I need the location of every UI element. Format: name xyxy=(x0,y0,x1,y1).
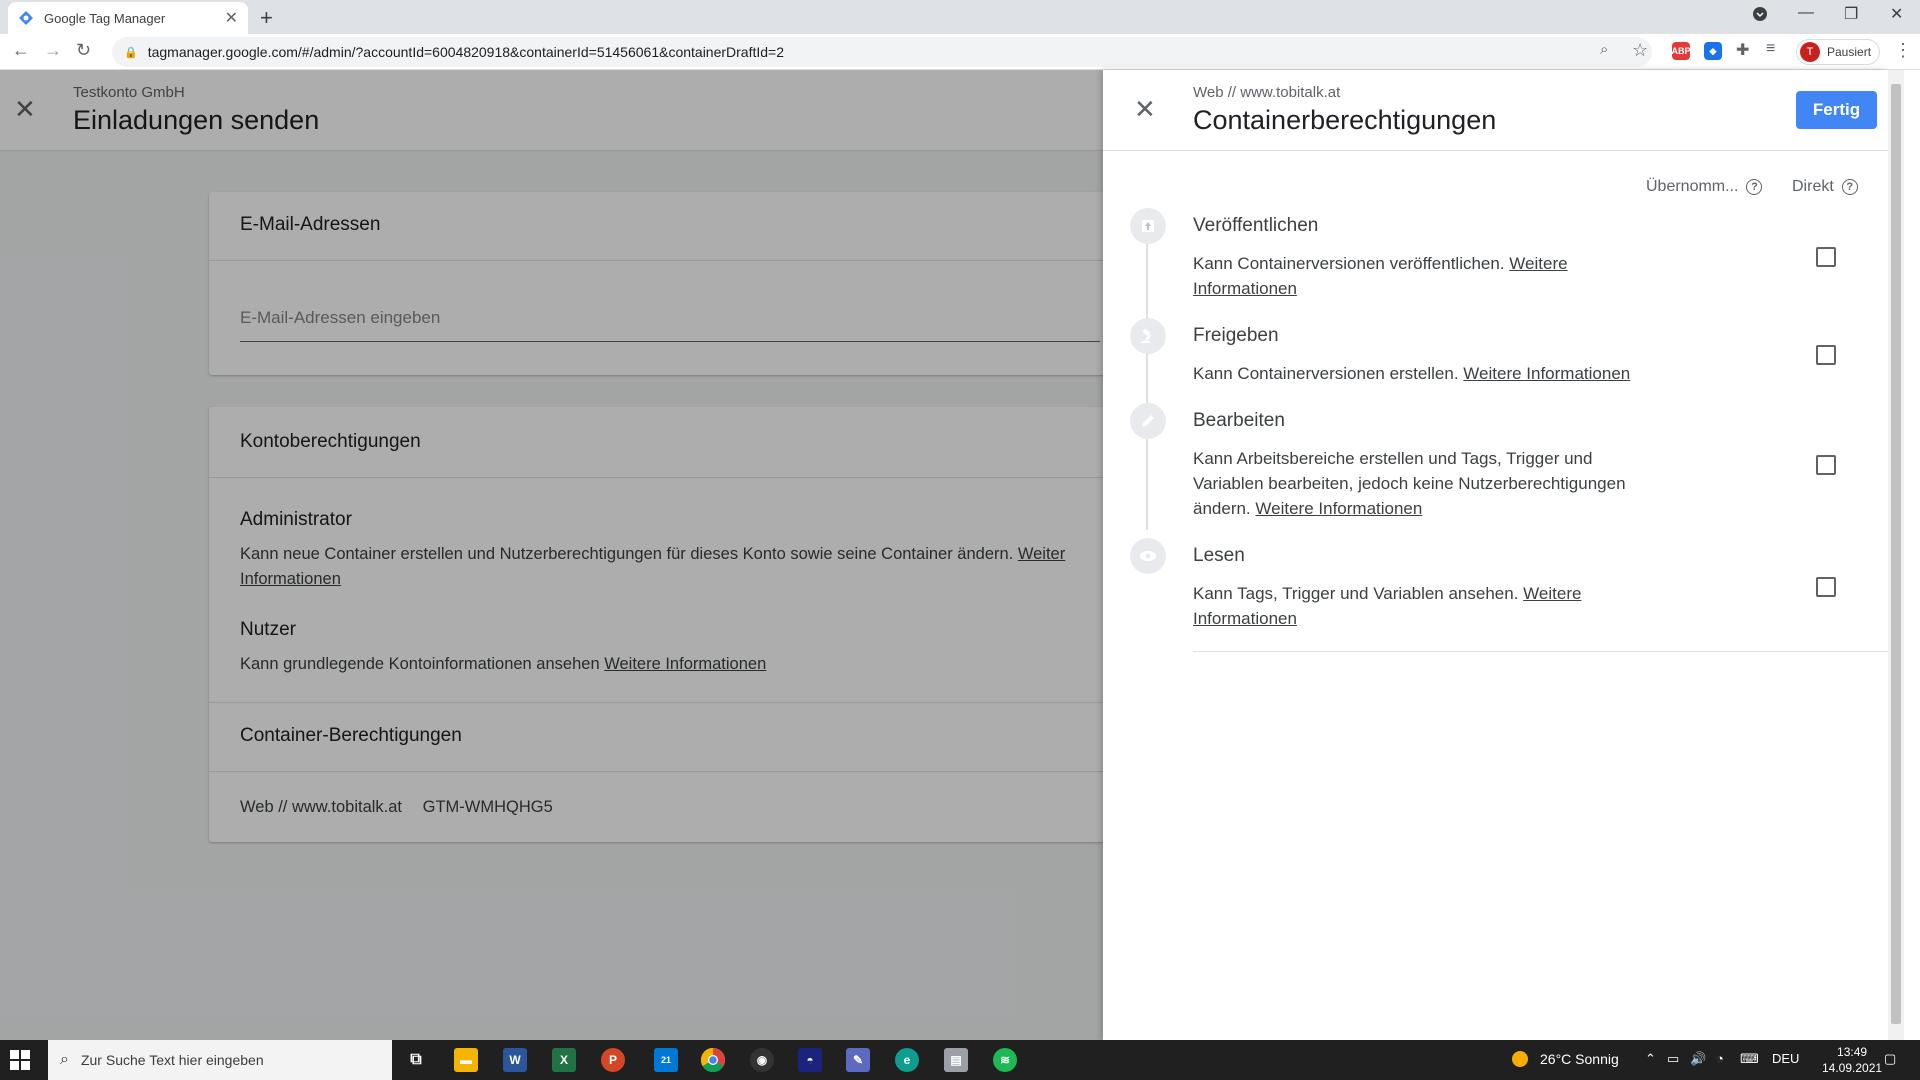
tab-search-icon[interactable] xyxy=(1752,6,1768,27)
approve-checkbox[interactable] xyxy=(1816,345,1836,365)
minimize-icon[interactable]: — xyxy=(1798,4,1814,22)
edit-checkbox[interactable] xyxy=(1816,455,1836,475)
tag-manager-logo-icon xyxy=(19,11,33,25)
approve-more-info-link[interactable]: Weitere Informationen xyxy=(1463,364,1630,383)
task-view-icon[interactable]: ⧉ xyxy=(404,1048,428,1072)
publish-icon xyxy=(1130,208,1166,244)
back-arrow-icon[interactable]: ← xyxy=(12,40,30,61)
browser-toolbar: ← → ↻ 🔒 tagmanager.google.com/#/admin/?a… xyxy=(0,34,1920,70)
browser-menu-icon[interactable]: ⋮ xyxy=(1894,40,1912,61)
profile-status: Pausiert xyxy=(1827,45,1872,59)
invite-page: ✕ Testkonto GmbH Einladungen senden E-Ma… xyxy=(0,70,1103,1040)
notifications-icon[interactable]: ▢ xyxy=(1884,1051,1896,1067)
permission-desc-publish: Kann Containerversionen veröffentlichen.… xyxy=(1193,254,1568,298)
taskbar: ⌕ Zur Suche Text hier eingeben ⧉ ▬ W X P… xyxy=(0,1040,1920,1080)
notepad-icon[interactable]: ▤ xyxy=(944,1048,968,1072)
done-button[interactable]: Fertig xyxy=(1796,91,1877,129)
page-scrollbar[interactable] xyxy=(1888,70,1904,1040)
search-icon: ⌕ xyxy=(60,1051,69,1068)
scrollbar-thumb[interactable] xyxy=(1891,84,1901,1024)
publish-more-info-link-2[interactable]: Informationen xyxy=(1193,279,1297,298)
inherited-column-header: Übernomm... ? xyxy=(1646,178,1763,196)
view-eye-icon xyxy=(1130,538,1166,574)
read-checkbox[interactable] xyxy=(1816,577,1836,597)
forward-arrow-icon[interactable]: → xyxy=(44,40,62,61)
obs-icon[interactable]: ◉ xyxy=(750,1048,774,1072)
tag-extension-icon[interactable]: ◆ xyxy=(1704,42,1722,60)
publish-checkbox[interactable] xyxy=(1816,247,1836,267)
modal-backdrop[interactable] xyxy=(0,70,1103,1040)
read-more-info-link[interactable]: Weitere xyxy=(1523,584,1581,603)
help-icon[interactable]: ? xyxy=(1746,179,1763,195)
permission-desc-approve: Kann Containerversionen erstellen. Weite… xyxy=(1193,364,1631,383)
clock[interactable]: 13:49 14.09.2021 xyxy=(1822,1044,1882,1076)
browser-tab[interactable]: Google Tag Manager ✕ xyxy=(8,2,248,34)
extensions-puzzle-icon[interactable]: ✚ xyxy=(1736,40,1749,60)
reload-icon[interactable]: ↻ xyxy=(76,40,91,61)
powerpoint-icon[interactable]: P xyxy=(601,1048,625,1072)
paint-app-icon[interactable]: ✎ xyxy=(846,1048,870,1072)
zoom-icon[interactable]: ⌕ xyxy=(1600,41,1608,58)
panel-subtitle: Web // www.tobitalk.at xyxy=(1193,84,1341,101)
panel-divider xyxy=(1193,651,1888,652)
bookmark-star-icon[interactable]: ☆ xyxy=(1632,40,1648,61)
permission-timeline xyxy=(1146,240,1148,530)
tab-title: Google Tag Manager xyxy=(44,10,166,26)
volume-icon[interactable]: 🔊 xyxy=(1690,1051,1706,1067)
language-indicator[interactable]: DEU xyxy=(1772,1051,1799,1066)
address-bar[interactable]: 🔒 tagmanager.google.com/#/admin/?account… xyxy=(112,37,1652,67)
spotify-icon[interactable]: ≋ xyxy=(993,1048,1017,1072)
weather-widget[interactable]: 26°C Sonnig xyxy=(1512,1051,1619,1067)
url-text: tagmanager.google.com/#/admin/?accountId… xyxy=(147,44,785,60)
reading-list-icon[interactable]: ≡ xyxy=(1766,40,1775,58)
adblock-extension-icon[interactable]: ABP xyxy=(1672,42,1691,60)
panel-close-icon[interactable]: ✕ xyxy=(1134,94,1156,125)
tray-chevron-icon[interactable]: ⌃ xyxy=(1645,1051,1656,1067)
taskbar-search-placeholder: Zur Suche Text hier eingeben xyxy=(80,1052,264,1068)
help-icon[interactable]: ? xyxy=(1841,179,1858,195)
tab-close-icon[interactable]: ✕ xyxy=(225,8,238,28)
lock-icon: 🔒 xyxy=(124,46,138,59)
container-permissions-panel: ✕ Web // www.tobitalk.at Containerberech… xyxy=(1103,70,1888,1040)
permission-title-approve: Freigeben xyxy=(1193,325,1279,346)
permission-desc-edit: Kann Arbeitsbereiche erstellen und Tags,… xyxy=(1193,449,1626,518)
restore-icon[interactable]: ❐ xyxy=(1844,4,1858,24)
windows-start-icon[interactable] xyxy=(10,1050,30,1070)
edit-pencil-icon xyxy=(1130,403,1166,439)
panel-header: ✕ Web // www.tobitalk.at Containerberech… xyxy=(1103,70,1888,151)
wifi-icon[interactable]: ◔ xyxy=(1716,1051,1724,1066)
edit-more-info-link[interactable]: Weitere Informationen xyxy=(1255,499,1422,518)
edge-icon[interactable]: e xyxy=(895,1048,919,1072)
word-icon[interactable]: W xyxy=(503,1048,527,1072)
publish-more-info-link[interactable]: Weitere xyxy=(1509,254,1567,273)
profile-button[interactable]: T Pausiert xyxy=(1796,39,1880,65)
direct-column-header: Direkt ? xyxy=(1792,178,1858,196)
approve-gavel-icon xyxy=(1130,318,1166,354)
sun-icon xyxy=(1512,1051,1528,1067)
chrome-icon[interactable] xyxy=(701,1048,725,1072)
app-icon[interactable]: ◓ xyxy=(798,1048,822,1072)
window-close-icon[interactable]: ✕ xyxy=(1890,4,1903,24)
excel-icon[interactable]: X xyxy=(552,1048,576,1072)
taskbar-search-input[interactable]: ⌕ Zur Suche Text hier eingeben xyxy=(48,1040,392,1080)
permission-desc-read: Kann Tags, Trigger und Variablen ansehen… xyxy=(1193,584,1582,628)
new-tab-icon[interactable]: + xyxy=(260,5,273,31)
panel-title: Containerberechtigungen xyxy=(1193,105,1497,135)
mail-icon[interactable]: 21 xyxy=(654,1048,678,1072)
keyboard-icon[interactable]: ⌨ xyxy=(1740,1051,1759,1067)
permission-title-publish: Veröffentlichen xyxy=(1193,215,1319,236)
network-icon[interactable]: ▭ xyxy=(1667,1051,1679,1067)
permission-title-read: Lesen xyxy=(1193,545,1245,566)
permission-title-edit: Bearbeiten xyxy=(1193,410,1285,431)
file-explorer-icon[interactable]: ▬ xyxy=(454,1048,478,1072)
avatar: T xyxy=(1800,42,1820,62)
browser-tab-bar: Google Tag Manager ✕ + — ❐ ✕ xyxy=(0,0,1920,34)
read-more-info-link-2[interactable]: Informationen xyxy=(1193,609,1297,628)
